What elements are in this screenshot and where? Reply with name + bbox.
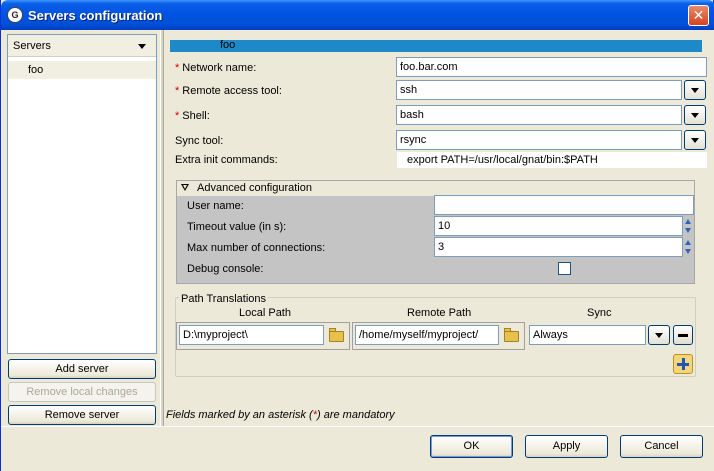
column-header-sync: Sync: [587, 307, 612, 319]
network-name-label: * Network name:: [175, 62, 257, 74]
dialog-button-bar: OK Apply Cancel: [1, 426, 714, 471]
user-name-input[interactable]: [434, 195, 694, 215]
user-name-label: User name:: [187, 200, 244, 212]
title-bar[interactable]: G Servers configuration ✕: [1, 0, 714, 30]
selected-server-name: foo: [220, 39, 236, 51]
remote-access-tool-dropdown-button[interactable]: [684, 80, 706, 100]
expand-triangle-icon: [181, 184, 189, 191]
shell-combo[interactable]: bash: [396, 105, 682, 125]
max-connections-input[interactable]: 3: [434, 237, 683, 257]
advanced-configuration-toggle[interactable]: Advanced configuration: [177, 181, 694, 196]
remove-local-changes-button[interactable]: Remove local changes: [8, 382, 156, 402]
debug-console-checkbox[interactable]: [558, 262, 571, 275]
remote-path-input[interactable]: /home/myself/myproject/: [355, 325, 499, 345]
server-item-label: foo: [28, 64, 44, 76]
local-path-browse-button[interactable]: [327, 326, 347, 346]
column-header-remote-path: Remote Path: [407, 307, 472, 319]
mandatory-fields-note: Fields marked by an asterisk (*) are man…: [166, 409, 395, 421]
timeout-spinner[interactable]: [683, 216, 694, 236]
sync-tool-dropdown-button[interactable]: [684, 130, 706, 150]
shell-label: * Shell:: [175, 110, 210, 122]
sync-mode-dropdown-button[interactable]: [648, 325, 670, 345]
column-header-local-path: Local Path: [239, 307, 291, 319]
remove-server-button[interactable]: Remove server: [8, 405, 156, 425]
spin-down-icon[interactable]: [685, 228, 691, 233]
extra-init-commands-label: Extra init commands:: [175, 154, 278, 166]
servers-list: Servers foo: [7, 34, 157, 354]
sync-mode-combo[interactable]: Always: [529, 325, 646, 345]
spin-down-icon[interactable]: [685, 249, 691, 254]
advanced-configuration-title: Advanced configuration: [197, 182, 312, 194]
spin-up-icon[interactable]: [685, 240, 691, 245]
servers-configuration-window: G Servers configuration ✕ Servers foo Ad…: [0, 0, 714, 471]
spin-up-icon[interactable]: [685, 219, 691, 224]
extra-init-commands-input[interactable]: export PATH=/usr/local/gnat/bin:$PATH: [397, 152, 707, 168]
server-item-foo[interactable]: foo: [8, 61, 156, 79]
close-button[interactable]: ✕: [688, 5, 709, 26]
timeout-label: Timeout value (in s):: [187, 221, 287, 233]
remove-path-button[interactable]: [673, 325, 693, 345]
timeout-input[interactable]: 10: [434, 216, 683, 236]
path-translations-title: Path Translations: [179, 293, 268, 305]
network-name-input[interactable]: foo.bar.com: [396, 57, 707, 77]
apply-button[interactable]: Apply: [525, 435, 608, 458]
selected-server-bar: foo: [170, 39, 702, 52]
ok-button[interactable]: OK: [430, 435, 513, 458]
remote-access-tool-combo[interactable]: ssh: [396, 80, 682, 100]
shell-dropdown-button[interactable]: [684, 105, 706, 125]
cancel-button[interactable]: Cancel: [620, 435, 703, 458]
sync-tool-combo[interactable]: rsync: [396, 130, 682, 150]
sync-tool-label: Sync tool:: [175, 135, 224, 147]
local-path-input[interactable]: D:\myproject\: [179, 325, 324, 345]
debug-console-label: Debug console:: [187, 263, 264, 275]
max-connections-spinner[interactable]: [683, 237, 694, 257]
servers-header[interactable]: Servers: [8, 35, 156, 57]
add-path-button[interactable]: [673, 354, 693, 374]
remote-access-tool-label: * Remote access tool:: [175, 85, 282, 97]
required-marker: *: [175, 85, 180, 97]
chevron-down-icon: [138, 44, 146, 49]
gps-icon: G: [7, 7, 23, 23]
required-marker: *: [175, 110, 180, 122]
max-connections-label: Max number of connections:: [187, 242, 326, 254]
window-title: Servers configuration: [28, 8, 163, 23]
required-marker: *: [175, 62, 180, 74]
servers-header-label: Servers: [13, 40, 51, 52]
remote-path-browse-button[interactable]: [502, 326, 522, 346]
add-server-button[interactable]: Add server: [8, 359, 156, 379]
